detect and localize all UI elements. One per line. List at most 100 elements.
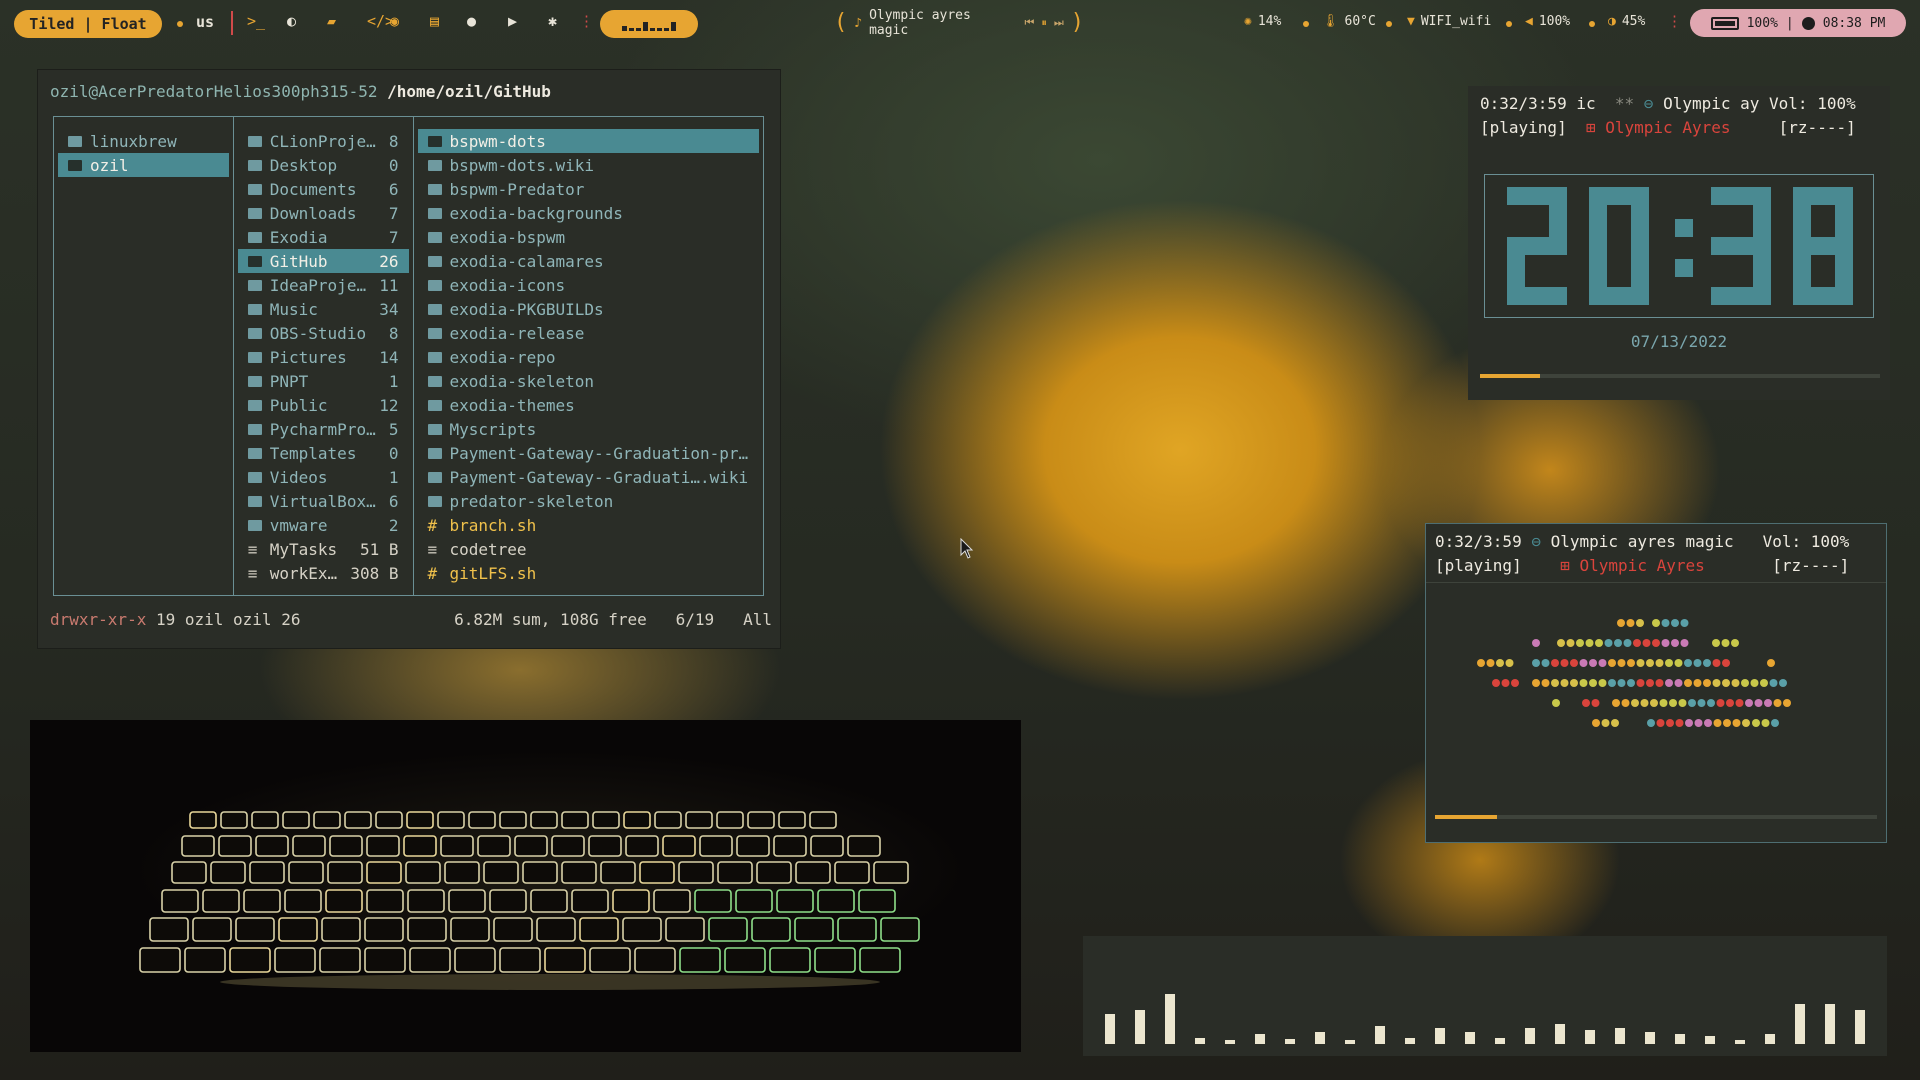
current-row[interactable]: Desktop 0 — [238, 153, 409, 177]
preview-row[interactable]: exodia-icons — [418, 273, 760, 297]
preview-row[interactable]: bspwm-Predator — [418, 177, 760, 201]
preview-row[interactable]: Payment-Gateway--Graduation-pr… — [418, 441, 760, 465]
wifi-module[interactable]: ▼ WIFI_wifi — [1407, 14, 1491, 29]
firefox-icon[interactable]: ◐ — [287, 12, 296, 30]
keycap — [251, 811, 279, 829]
current-row[interactable]: Public 12 — [238, 393, 409, 417]
folder-icon[interactable]: ▰ — [327, 12, 336, 30]
current-row[interactable]: Templates 0 — [238, 441, 409, 465]
folder-icon — [427, 471, 442, 483]
preview-row[interactable]: exodia-calamares — [418, 249, 760, 273]
entry-name: PNPT — [269, 371, 309, 391]
current-row[interactable]: PycharmPro… 5 — [238, 417, 409, 441]
media-module[interactable]: ( ♪ Olympic ayres magic ⏮ ⏸ ⏭ ) — [834, 8, 1084, 38]
parent-row[interactable]: linuxbrew — [58, 129, 229, 153]
github-icon[interactable]: ◉ — [390, 12, 399, 30]
workspace-3[interactable] — [636, 28, 641, 31]
preview-row[interactable]: exodia-backgrounds — [418, 201, 760, 225]
preview-row[interactable]: ≡ codetree — [418, 537, 760, 561]
battery-clock-module[interactable]: 100% | 08:38 PM — [1690, 9, 1906, 37]
preview-row[interactable]: exodia-PKGBUILDs — [418, 297, 760, 321]
current-row[interactable]: VirtualBox… 6 — [238, 489, 409, 513]
entry-name: Templates — [269, 443, 357, 463]
entry-name: Payment-Gateway--Graduation-pr… — [449, 443, 749, 463]
workspace-6[interactable] — [657, 28, 662, 31]
current-row[interactable]: ≡ MyTasks 51 B — [238, 537, 409, 561]
current-row[interactable]: vmware 2 — [238, 513, 409, 537]
keycap — [699, 835, 733, 857]
workspace-indicator[interactable] — [600, 10, 698, 38]
visualizer-dot — [1608, 679, 1616, 687]
current-row[interactable]: Videos 1 — [238, 465, 409, 489]
keycap — [530, 811, 558, 829]
pause-icon[interactable]: ⏸ — [1041, 16, 1047, 30]
current-row[interactable]: Downloads 7 — [238, 201, 409, 225]
preview-row[interactable]: # gitLFS.sh — [418, 561, 760, 585]
preview-row[interactable]: exodia-skeleton — [418, 369, 760, 393]
menu-dots-icon[interactable]: ⋮ — [579, 12, 594, 30]
progress-bar[interactable] — [1435, 815, 1877, 819]
preview-row[interactable]: predator-skeleton — [418, 489, 760, 513]
current-row[interactable]: Exodia 7 — [238, 225, 409, 249]
cpu-icon: ✺ — [1244, 14, 1252, 29]
next-icon[interactable]: ⏭ — [1054, 16, 1064, 30]
visualizer-bar — [1675, 1034, 1685, 1044]
parent-row[interactable]: ozil — [58, 153, 229, 177]
current-row[interactable]: CLionProje… 8 — [238, 129, 409, 153]
notes-icon[interactable]: ▤ — [430, 12, 439, 30]
workspace-2[interactable] — [629, 28, 634, 31]
current-row[interactable]: PNPT 1 — [238, 369, 409, 393]
chat-icon[interactable]: ● — [467, 12, 476, 30]
preview-row[interactable]: bspwm-dots.wiki — [418, 153, 760, 177]
menu-dots-icon[interactable]: ⋮ — [1667, 12, 1682, 30]
visualizer-dot — [1703, 659, 1711, 667]
keycap — [499, 947, 541, 973]
preview-row[interactable]: exodia-themes — [418, 393, 760, 417]
youtube-icon[interactable]: ▶ — [508, 12, 517, 30]
status-line: drwxr-xr-x 19 ozil ozil 26 6.82M sum, 10… — [50, 610, 772, 629]
keycap — [530, 889, 568, 913]
entry-name: Exodia — [269, 227, 328, 247]
current-row[interactable]: GitHub 26 — [237, 249, 409, 273]
entry-count: 14 — [379, 347, 399, 367]
current-row[interactable]: Pictures 14 — [238, 345, 409, 369]
preview-row[interactable]: bspwm-dots — [417, 129, 759, 153]
progress-bar[interactable] — [1480, 374, 1880, 378]
brightness-module[interactable]: ◑ 45% — [1608, 14, 1645, 29]
preview-row[interactable]: exodia-repo — [418, 345, 760, 369]
music-player-visualizer-widget[interactable]: 0:32/3:59 ⊖ Olympic ayres magic Vol: 100… — [1425, 523, 1887, 843]
terminal-icon[interactable]: >_ — [247, 12, 265, 30]
workspace-7[interactable] — [664, 28, 669, 31]
current-row[interactable]: IdeaProje… 11 — [238, 273, 409, 297]
workspace-1[interactable] — [622, 26, 627, 31]
workspace-4[interactable] — [643, 22, 648, 31]
folder-icon — [427, 183, 442, 195]
keycap — [288, 861, 324, 884]
layout-mode-toggle[interactable]: Tiled | Float — [14, 10, 162, 38]
keycap — [778, 811, 806, 829]
volume-module[interactable]: ◀ 100% — [1525, 14, 1570, 29]
visualizer-bar — [1585, 1030, 1595, 1044]
visualizer-dot — [1693, 659, 1702, 667]
keyboard-layout[interactable]: us — [196, 13, 214, 31]
settings-icon[interactable]: ✱ — [548, 12, 557, 30]
preview-row[interactable]: # branch.sh — [418, 513, 760, 537]
visualizer-dot — [1704, 719, 1712, 727]
visualizer-dot — [1604, 639, 1613, 647]
previous-icon[interactable]: ⏮ — [1024, 16, 1034, 30]
file-manager-window[interactable]: ozil@AcerPredatorHelios300ph315-52 /home… — [38, 70, 780, 648]
preview-row[interactable]: Payment-Gateway--Graduati….wiki — [418, 465, 760, 489]
preview-row[interactable]: exodia-release — [418, 321, 760, 345]
preview-row[interactable]: Myscripts — [418, 417, 760, 441]
music-player-clock-widget[interactable]: 0:32/3:59 ic ** ⊖ Olympic ay Vol: 100% [… — [1468, 86, 1890, 400]
current-row[interactable]: ≡ workEx… 308 B — [238, 561, 409, 585]
current-row[interactable]: OBS-Studio 8 — [238, 321, 409, 345]
preview-row[interactable]: exodia-bspwm — [418, 225, 760, 249]
visualizer-dot — [1783, 699, 1791, 707]
workspace-8[interactable] — [671, 22, 676, 31]
visualizer-dot — [1633, 639, 1641, 647]
current-row[interactable]: Music 34 — [238, 297, 409, 321]
current-row[interactable]: Documents 6 — [238, 177, 409, 201]
workspace-5[interactable] — [650, 28, 655, 31]
music-note-icon: ♪ — [854, 15, 863, 31]
